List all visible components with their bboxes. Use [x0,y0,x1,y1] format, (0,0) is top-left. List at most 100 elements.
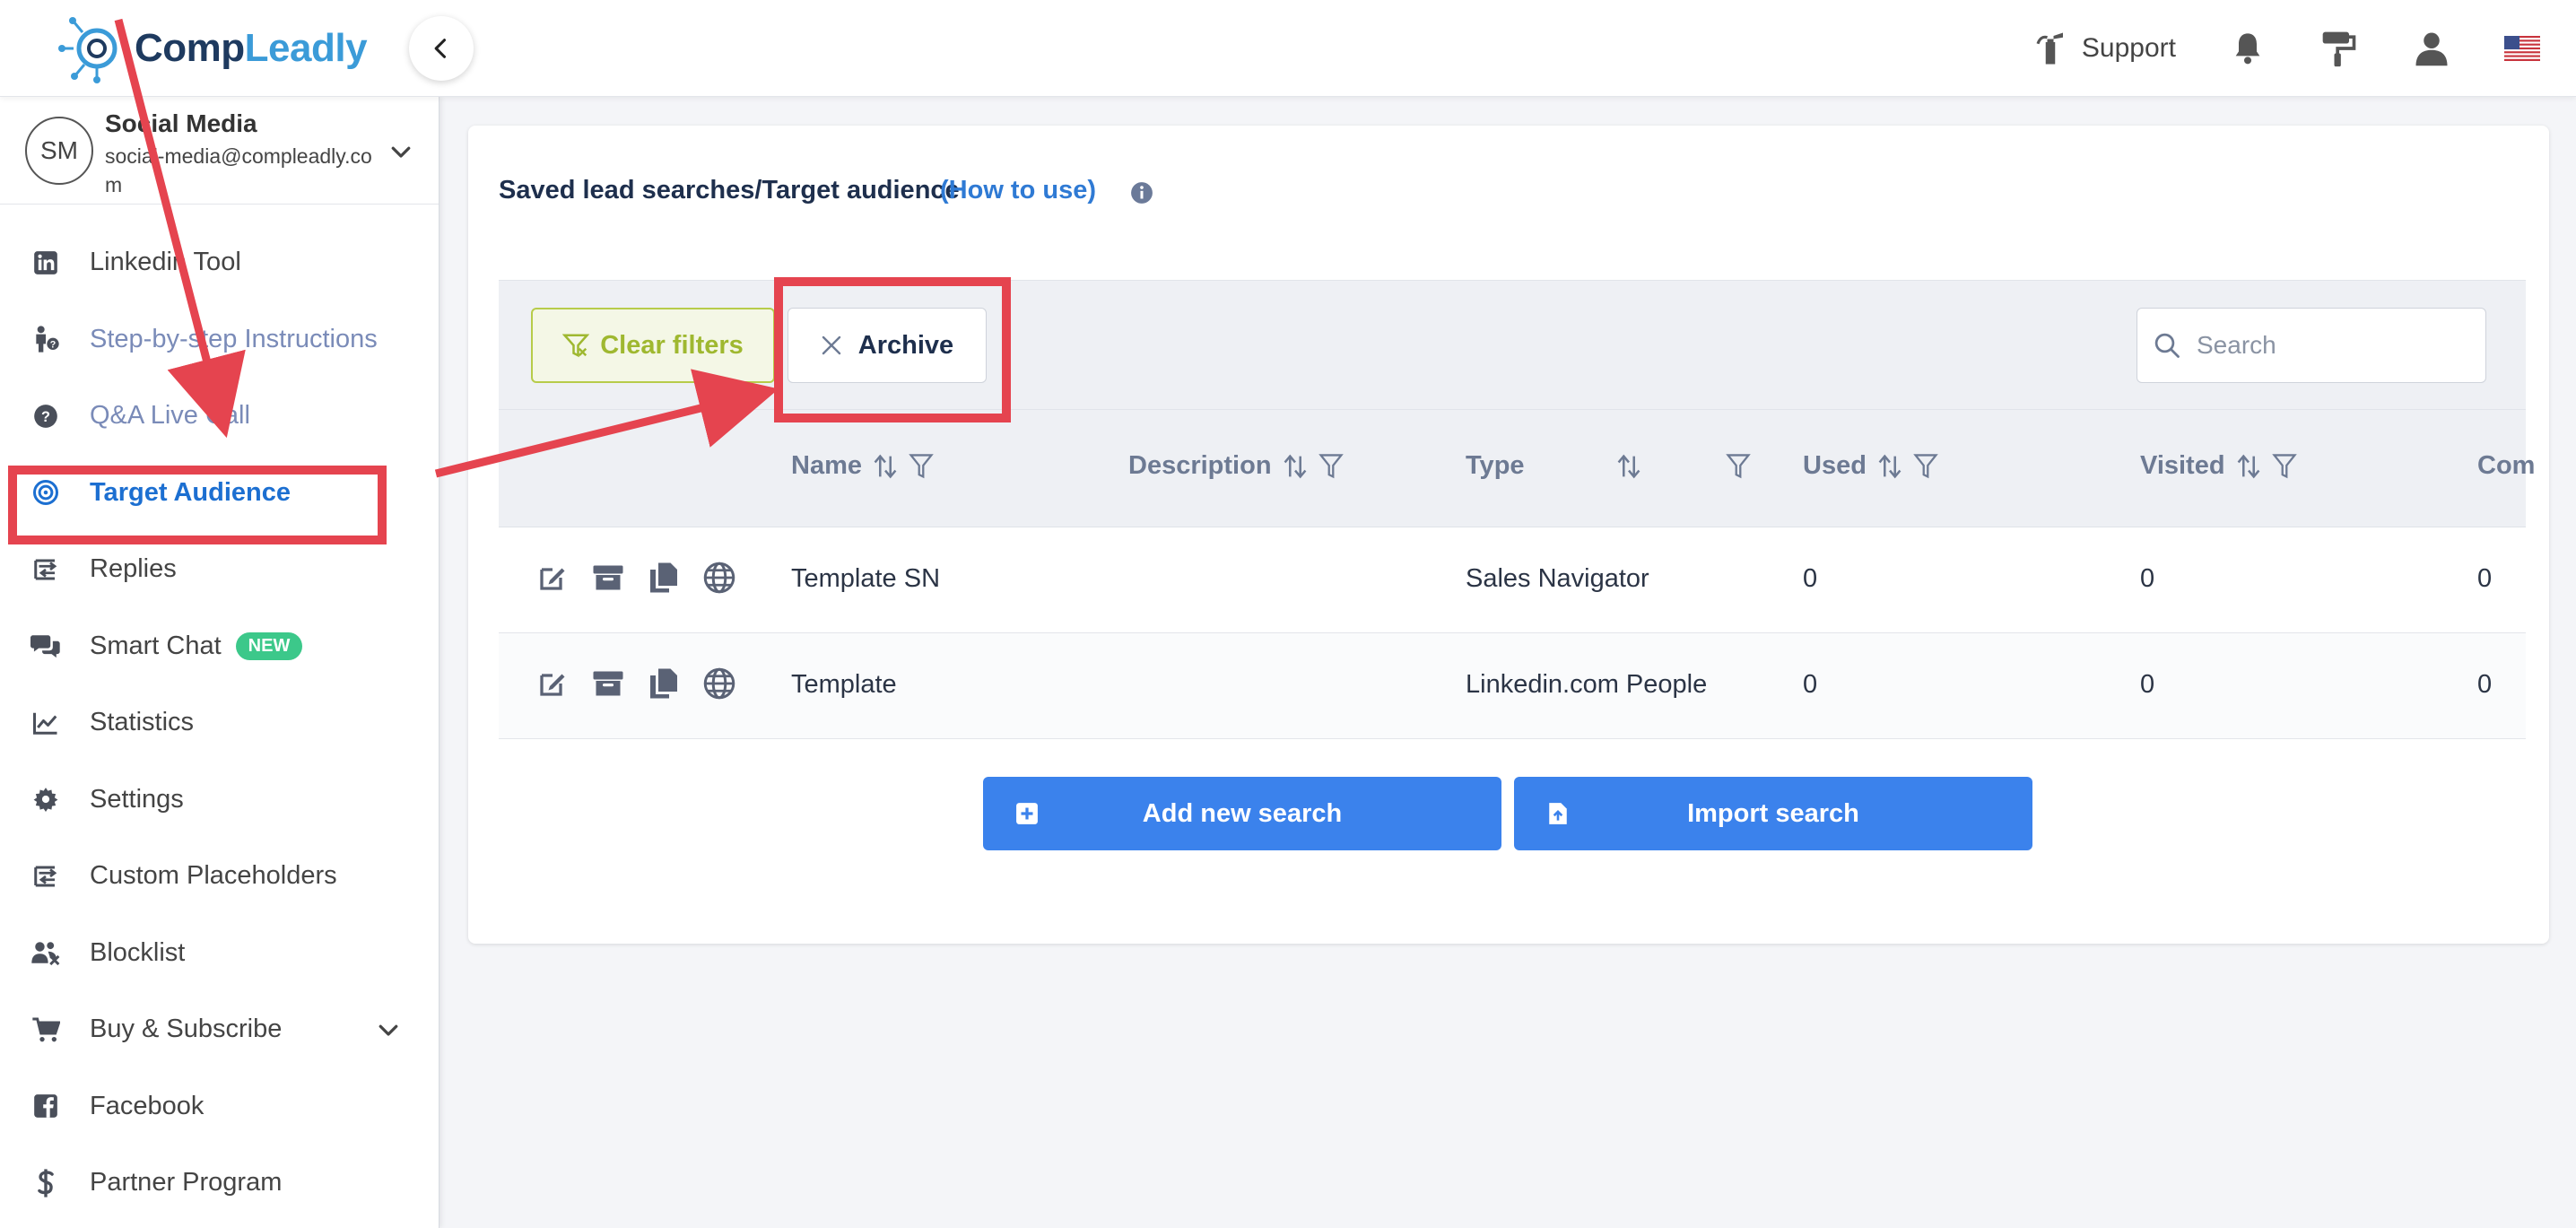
archive-box-icon[interactable] [592,562,624,594]
us-flag-icon[interactable] [2504,36,2540,61]
sidebar-item-label: Step-by-step Instructions [90,324,378,353]
avatar: SM [25,117,93,185]
sidebar-item-label: Settings [90,784,184,814]
sort-icon[interactable] [2236,452,2261,481]
search-field[interactable] [2137,308,2486,383]
cell-visited: 0 [2140,564,2155,593]
column-header-description[interactable]: Description [1128,451,1344,481]
sidebar-item-qa-live-call[interactable]: ? Q&A Live Call [0,378,439,455]
filter-icon[interactable] [1913,452,1938,481]
sidebar-item-step-by-step[interactable]: ? Step-by-step Instructions [0,301,439,379]
target-icon [33,480,58,506]
import-search-button[interactable]: Import search [1514,777,2032,850]
column-header-visited[interactable]: Visited [2140,451,2297,481]
sidebar-item-statistics[interactable]: Statistics [0,684,439,762]
users-block-icon [31,942,60,966]
line-chart-icon [33,712,57,735]
support-link[interactable]: Support [2032,29,2176,68]
archive-box-icon[interactable] [592,667,624,700]
question-circle-icon: ? [34,404,57,428]
sidebar-item-target-audience[interactable]: Target Audience [0,455,439,532]
replies-icon [34,559,57,580]
filter-icon[interactable] [1725,452,1751,481]
sidebar-item-label: Target Audience [90,477,291,507]
page-title: Saved lead searches/Target audience [499,176,960,205]
filter-clear-icon [562,334,590,358]
add-new-search-button[interactable]: Add new search [983,777,1501,850]
cell-type: Linkedin.com People [1466,670,1708,699]
sidebar-item-settings[interactable]: Settings [0,762,439,839]
sidebar-item-label: Partner Program [90,1168,283,1198]
column-header-com[interactable]: Com [2477,451,2535,481]
cell-name: Template [791,670,897,699]
edit-icon[interactable] [536,562,569,594]
support-label: Support [2081,33,2176,63]
sidebar-item-replies[interactable]: Replies [0,531,439,608]
logo-text: CompLeadly [135,26,368,70]
filter-icon[interactable] [1318,452,1344,481]
gear-icon [33,788,58,813]
sidebar-item-smart-chat[interactable]: Smart Chat NEW [0,608,439,685]
sidebar-nav: Linkedin Tool ? Step-by-step Instruction… [0,224,439,1222]
sort-icon[interactable] [1616,452,1641,481]
globe-icon[interactable] [703,667,735,700]
globe-icon[interactable] [703,562,735,594]
sidebar-item-blocklist[interactable]: Blocklist [0,915,439,992]
collapse-sidebar-button[interactable] [409,16,474,81]
close-icon [822,335,840,355]
copy-icon[interactable] [648,562,680,594]
sort-icon[interactable] [1877,452,1902,481]
sidebar-item-label: Buy & Subscribe [90,1015,283,1044]
chevron-down-icon[interactable] [387,138,414,165]
table-row[interactable]: Template Linkedin.com People 0 0 0 [499,633,2526,739]
search-input[interactable] [2197,331,2466,360]
cell-com: 0 [2477,564,2493,593]
column-header-used[interactable]: Used [1803,451,1938,481]
user-icon[interactable] [2413,29,2450,68]
bell-icon[interactable] [2230,30,2266,67]
account-switcher[interactable]: SM Social Media social-media@compleadly.… [0,97,439,205]
table-row[interactable]: Template SN Sales Navigator 0 0 0 [499,527,2526,633]
sidebar-item-partner-program[interactable]: Partner Program [0,1145,439,1222]
sidebar-item-label: Q&A Live Call [90,401,250,431]
info-icon[interactable] [1130,181,1153,205]
search-icon [2154,333,2180,358]
sidebar-item-custom-placeholders[interactable]: Custom Placeholders [0,838,439,915]
dollar-icon [38,1169,54,1198]
placeholders-icon [34,866,57,887]
chat-bubbles-icon [30,635,60,658]
table-header: Name Description Type Used Visited Com [499,409,2535,527]
network-logo-icon [58,17,117,83]
edit-icon[interactable] [536,667,569,700]
paint-roller-icon[interactable] [2319,29,2359,68]
fire-extinguisher-icon [2036,32,2063,65]
sort-icon[interactable] [873,452,898,481]
filter-icon[interactable] [2271,452,2297,481]
cell-type: Sales Navigator [1466,564,1649,593]
sidebar-item-label: Replies [90,554,177,584]
linkedin-icon [34,250,57,274]
filter-icon[interactable] [909,452,934,481]
plus-square-icon [1016,803,1038,824]
sidebar-item-label: Linkedin Tool [90,248,241,277]
compleadly-logo[interactable]: CompLeadly [57,13,368,84]
sidebar-item-label: Blocklist [90,937,186,967]
column-header-name[interactable]: Name [791,451,934,481]
sidebar-item-linkedin-tool[interactable]: Linkedin Tool [0,224,439,301]
cell-used: 0 [1803,564,1818,593]
sidebar-item-buy-subscribe[interactable]: Buy & Subscribe [0,991,439,1068]
sidebar: SM Social Media social-media@compleadly.… [0,97,439,1228]
sort-icon[interactable] [1283,452,1308,481]
copy-icon[interactable] [648,667,680,700]
how-to-use-link[interactable]: (How to use) [940,176,1096,205]
column-header-type[interactable]: Type [1466,451,1751,481]
cell-visited: 0 [2140,670,2155,699]
sidebar-item-facebook[interactable]: Facebook [0,1068,439,1145]
chevron-left-icon [434,39,447,58]
chevron-down-icon[interactable] [375,1016,402,1043]
target-audience-card: Saved lead searches/Target audience (How… [468,126,2549,944]
archive-button[interactable]: Archive [788,308,987,383]
sidebar-item-label: Statistics [90,708,195,737]
clear-filters-button[interactable]: Clear filters [531,308,775,383]
cell-used: 0 [1803,670,1818,699]
